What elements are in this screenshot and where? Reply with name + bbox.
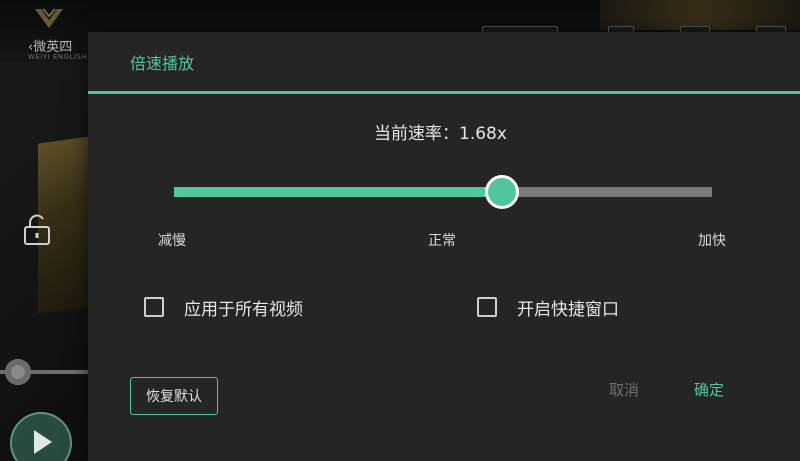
current-rate-value: 1.68x xyxy=(459,124,507,144)
cancel-button[interactable]: 取消 xyxy=(609,379,639,400)
speed-slider-thumb[interactable] xyxy=(485,175,519,209)
dialog-title: 倍速播放 xyxy=(130,54,195,73)
apply-all-videos-option[interactable]: 应用于所有视频 xyxy=(144,294,303,320)
current-rate-label: 当前速率： xyxy=(374,124,459,144)
reset-default-button[interactable]: 恢复默认 xyxy=(130,377,218,415)
app-logo-icon xyxy=(35,8,63,28)
logo-subtext: WEIYI ENGLISH xyxy=(28,53,88,61)
shortcut-window-option[interactable]: 开启快捷窗口 xyxy=(477,294,619,320)
apply-all-videos-checkbox[interactable] xyxy=(144,297,164,317)
speed-slider[interactable] xyxy=(174,172,712,212)
shortcut-window-checkbox[interactable] xyxy=(477,297,497,317)
play-button[interactable] xyxy=(10,412,72,461)
video-player-screen: ‹微英四 WEIYI ENGLISH 倍速播放 当前速率：1.68x 减慢 正常… xyxy=(0,0,800,461)
speed-slider-fill xyxy=(174,187,502,197)
slider-label-faster: 加快 xyxy=(698,233,726,249)
unlock-icon[interactable] xyxy=(22,214,52,246)
slider-label-slower: 减慢 xyxy=(158,233,186,249)
confirm-button[interactable]: 确定 xyxy=(694,379,724,400)
apply-all-videos-label[interactable]: 应用于所有视频 xyxy=(184,295,303,320)
shortcut-window-label[interactable]: 开启快捷窗口 xyxy=(517,295,619,320)
seek-bar-thumb[interactable] xyxy=(5,359,31,385)
playback-speed-dialog: 倍速播放 当前速率：1.68x 减慢 正常 加快 应用于所有视频 开启快捷窗口 … xyxy=(88,32,800,461)
current-rate-display: 当前速率：1.68x xyxy=(374,119,507,144)
slider-label-normal: 正常 xyxy=(428,233,456,249)
dialog-title-divider xyxy=(88,91,800,94)
